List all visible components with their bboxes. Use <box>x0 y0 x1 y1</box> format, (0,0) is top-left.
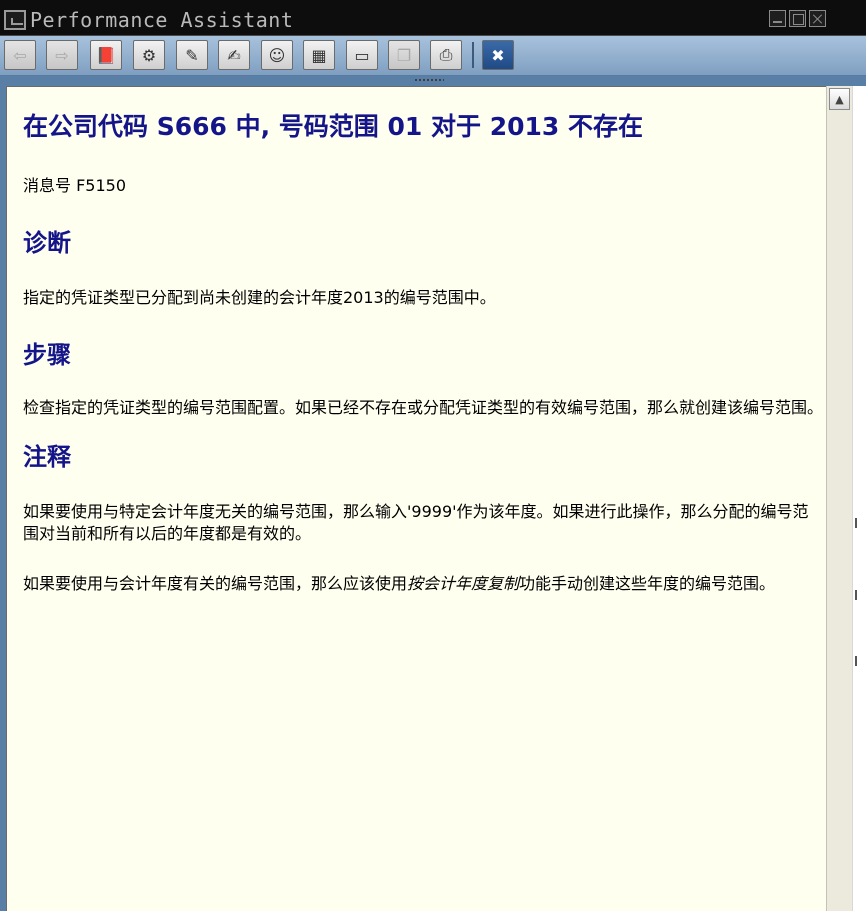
note-text-2-after: 功能手动创建这些年度的编号范围。 <box>519 574 776 593</box>
edit-button[interactable]: ✎ <box>176 40 208 70</box>
help-book-button[interactable]: 📕 <box>90 40 122 70</box>
window-app-icon[interactable] <box>4 10 26 30</box>
procedure-text: 检查指定的凭证类型的编号范围配置。如果已经不存在或分配凭证类型的有效编号范围，那… <box>23 398 824 417</box>
edge-mark <box>855 518 861 528</box>
copy-by-fiscal-year-link: 按会计年度复制 <box>407 574 520 593</box>
scroll-up-arrow-icon: ▲ <box>835 92 844 106</box>
print-icon: ⎙ <box>439 45 453 64</box>
window-close-button[interactable] <box>809 10 826 27</box>
display-button[interactable]: ▭ <box>346 40 378 70</box>
resize-grip[interactable] <box>414 78 444 82</box>
window-title: Performance Assistant <box>30 8 294 32</box>
edge-mark <box>855 590 861 600</box>
forward-button[interactable]: ⇨ <box>46 40 78 70</box>
display-icon: ▭ <box>354 45 370 65</box>
table-icon: ▦ <box>311 45 327 65</box>
print-button[interactable]: ⎙ <box>430 40 462 70</box>
back-button[interactable]: ⇦ <box>4 40 36 70</box>
maximize-button[interactable] <box>789 10 806 27</box>
book-icon: 📕 <box>96 45 116 65</box>
edge-mark <box>855 656 861 666</box>
technical-info-icon: ⚙ <box>141 45 157 65</box>
message-number: 消息号 F5150 <box>23 176 127 195</box>
edit-text-icon: ✍ <box>227 45 241 65</box>
close-icon: ✖ <box>491 45 505 65</box>
forward-arrow-icon: ⇨ <box>55 45 69 65</box>
note-heading: 注释 <box>23 442 71 471</box>
toolbar: ⇦ ⇨ 📕 ⚙ ✎ ✍ ☺ ▦ ▭ ❐ ⎙ ✖ <box>0 36 866 76</box>
window-controls <box>769 10 826 27</box>
copy-button[interactable]: ❐ <box>388 40 420 70</box>
diagnosis-text: 指定的凭证类型已分配到尚未创建的会计年度2013的编号范围中。 <box>23 288 496 307</box>
help-document: 在公司代码 S666 中, 号码范围 01 对于 2013 不存在 消息号 F5… <box>23 105 823 595</box>
minimize-button[interactable] <box>769 10 786 27</box>
procedure-heading: 步骤 <box>23 340 71 369</box>
performance-assistant-window: Performance Assistant ⇦ ⇨ 📕 ⚙ ✎ ✍ ☺ ▦ ▭ … <box>0 0 866 911</box>
user-settings-button[interactable]: ☺ <box>261 40 293 70</box>
help-content-pane: 在公司代码 S666 中, 号码范围 01 对于 2013 不存在 消息号 F5… <box>6 86 826 911</box>
edit-icon: ✎ <box>185 45 199 65</box>
vertical-scrollbar[interactable]: ▲ <box>826 86 852 911</box>
edit-text-button[interactable]: ✍ <box>218 40 250 70</box>
user-settings-icon: ☺ <box>268 45 286 65</box>
scroll-up-button[interactable]: ▲ <box>829 88 850 110</box>
diagnosis-heading: 诊断 <box>23 228 71 257</box>
title-bar: Performance Assistant <box>0 0 866 36</box>
message-title: 在公司代码 S666 中, 号码范围 01 对于 2013 不存在 <box>23 112 643 141</box>
close-button[interactable]: ✖ <box>482 40 514 70</box>
technical-info-button[interactable]: ⚙ <box>133 40 165 70</box>
back-arrow-icon: ⇦ <box>13 45 27 65</box>
note-text-2: 如果要使用与会计年度有关的编号范围，那么应该使用按会计年度复制功能手动创建这些年… <box>23 573 823 595</box>
toolbar-separator <box>472 42 474 68</box>
table-button[interactable]: ▦ <box>303 40 335 70</box>
copy-icon: ❐ <box>396 45 412 65</box>
note-text-1: 如果要使用与特定会计年度无关的编号范围，那么输入'9999'作为该年度。如果进行… <box>23 502 809 543</box>
background-window-edge <box>852 86 866 911</box>
note-text-2-before: 如果要使用与会计年度有关的编号范围，那么应该使用 <box>23 574 408 593</box>
